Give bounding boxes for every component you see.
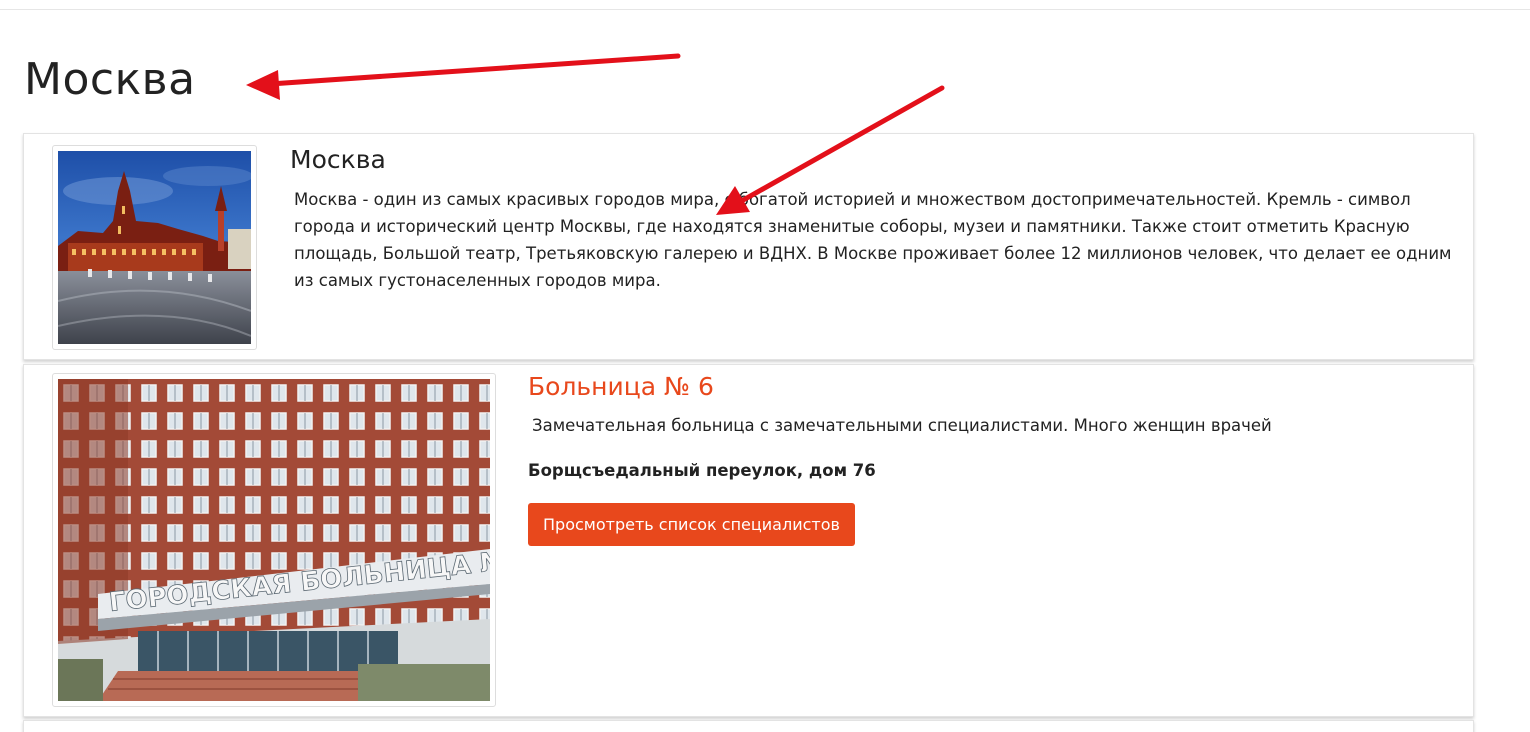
view-specialists-button[interactable]: Просмотреть список специалистов: [528, 503, 855, 546]
city-card: Москва Москва - один из самых красивых г…: [23, 133, 1474, 360]
city-title: Москва: [290, 145, 386, 174]
hospital-photo[interactable]: ГОРОДСКАЯ БОЛЬНИЦА №6: [52, 373, 496, 707]
city-description: Москва - один из самых красивых городов …: [294, 190, 1452, 290]
hospital-photo-image: ГОРОДСКАЯ БОЛЬНИЦА №6: [58, 379, 490, 701]
hospital-description: Замечательная больница с замечательными …: [532, 416, 1272, 435]
page-title: Москва: [24, 54, 196, 105]
next-card: [23, 720, 1474, 732]
hospital-address: Борщсъедальный переулок, дом 76: [528, 461, 876, 480]
city-photo-image: [58, 151, 251, 344]
hospital-card: ГОРОДСКАЯ БОЛЬНИЦА №6 Больница № 6 Замеч…: [23, 364, 1474, 717]
top-divider: [0, 9, 1530, 10]
city-photo[interactable]: [52, 145, 257, 350]
hospital-title-link[interactable]: Больница № 6: [528, 371, 714, 403]
annotation-arrow-title: [246, 53, 681, 100]
